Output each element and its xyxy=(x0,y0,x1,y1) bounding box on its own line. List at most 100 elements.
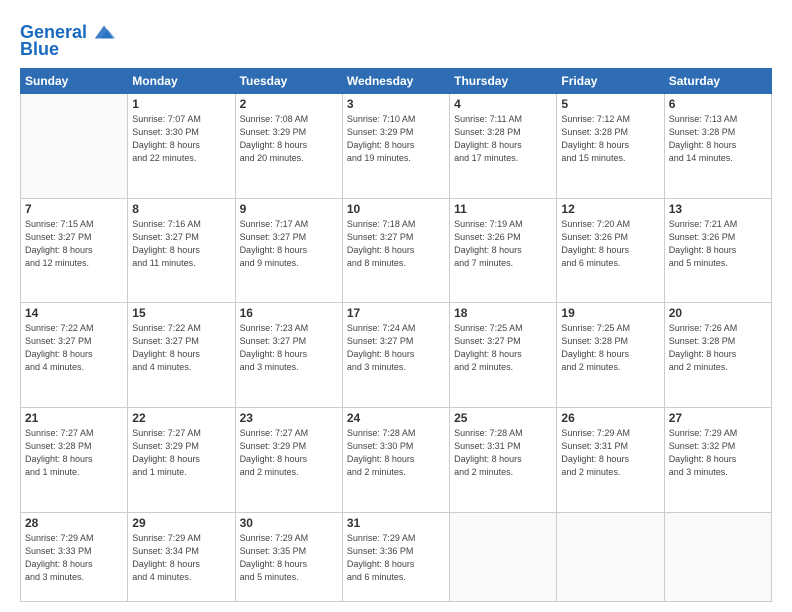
day-info: Sunrise: 7:28 AMSunset: 3:30 PMDaylight:… xyxy=(347,427,445,479)
day-number: 23 xyxy=(240,411,338,425)
week-row-4: 21 Sunrise: 7:27 AMSunset: 3:28 PMDayligh… xyxy=(21,407,772,512)
day-number: 21 xyxy=(25,411,123,425)
col-header-monday: Monday xyxy=(128,69,235,94)
calendar-cell: 11 Sunrise: 7:19 AMSunset: 3:26 PMDayligh… xyxy=(450,198,557,303)
calendar-cell: 29Sunrise: 7:29 AMSunset: 3:34 PMDayligh… xyxy=(128,512,235,601)
calendar-cell: 9 Sunrise: 7:17 AMSunset: 3:27 PMDaylight… xyxy=(235,198,342,303)
day-info: Sunrise: 7:07 AMSunset: 3:30 PMDaylight:… xyxy=(132,113,230,165)
calendar-cell: 28 Sunrise: 7:29 AMSunset: 3:33 PMDayligh… xyxy=(21,512,128,601)
day-number: 4 xyxy=(454,97,552,111)
calendar-cell: 13 Sunrise: 7:21 AMSunset: 3:26 PMDayligh… xyxy=(664,198,771,303)
col-header-wednesday: Wednesday xyxy=(342,69,449,94)
day-info: Sunrise: 7:25 AMSunset: 3:27 PMDaylight:… xyxy=(454,322,552,374)
day-info: Sunrise: 7:18 AMSunset: 3:27 PMDaylight:… xyxy=(347,218,445,270)
calendar-cell: 19 Sunrise: 7:25 AMSunset: 3:28 PMDayligh… xyxy=(557,303,664,408)
calendar-cell: 18 Sunrise: 7:25 AMSunset: 3:27 PMDayligh… xyxy=(450,303,557,408)
day-number: 6 xyxy=(669,97,767,111)
day-number: 28 xyxy=(25,516,123,530)
day-info: Sunrise: 7:08 AMSunset: 3:29 PMDaylight:… xyxy=(240,113,338,165)
calendar-cell xyxy=(664,512,771,601)
calendar-cell: 15 Sunrise: 7:22 AMSunset: 3:27 PMDayligh… xyxy=(128,303,235,408)
calendar-cell: 1 Sunrise: 7:07 AMSunset: 3:30 PMDaylight… xyxy=(128,94,235,199)
day-info: Sunrise: 7:21 AMSunset: 3:26 PMDaylight:… xyxy=(669,218,767,270)
day-info: Sunrise: 7:28 AMSunset: 3:31 PMDaylight:… xyxy=(454,427,552,479)
day-info: Sunrise: 7:29 AMSunset: 3:33 PMDaylight:… xyxy=(25,532,123,584)
logo-blue-text: Blue xyxy=(20,40,59,58)
day-info: Sunrise: 7:27 AMSunset: 3:29 PMDaylight:… xyxy=(240,427,338,479)
calendar-cell: 30Sunrise: 7:29 AMSunset: 3:35 PMDayligh… xyxy=(235,512,342,601)
calendar-cell xyxy=(21,94,128,199)
calendar-cell: 17 Sunrise: 7:24 AMSunset: 3:27 PMDayligh… xyxy=(342,303,449,408)
day-number: 8 xyxy=(132,202,230,216)
day-number: 1 xyxy=(132,97,230,111)
header-row: SundayMondayTuesdayWednesdayThursdayFrid… xyxy=(21,69,772,94)
week-row-3: 14 Sunrise: 7:22 AMSunset: 3:27 PMDayligh… xyxy=(21,303,772,408)
col-header-tuesday: Tuesday xyxy=(235,69,342,94)
calendar-cell: 24Sunrise: 7:28 AMSunset: 3:30 PMDayligh… xyxy=(342,407,449,512)
calendar-cell: 6Sunrise: 7:13 AMSunset: 3:28 PMDaylight… xyxy=(664,94,771,199)
calendar-cell xyxy=(557,512,664,601)
day-number: 12 xyxy=(561,202,659,216)
calendar-cell: 25Sunrise: 7:28 AMSunset: 3:31 PMDayligh… xyxy=(450,407,557,512)
day-number: 2 xyxy=(240,97,338,111)
day-number: 30 xyxy=(240,516,338,530)
day-info: Sunrise: 7:12 AMSunset: 3:28 PMDaylight:… xyxy=(561,113,659,165)
day-info: Sunrise: 7:25 AMSunset: 3:28 PMDaylight:… xyxy=(561,322,659,374)
day-number: 15 xyxy=(132,306,230,320)
calendar-cell: 23 Sunrise: 7:27 AMSunset: 3:29 PMDayligh… xyxy=(235,407,342,512)
day-number: 9 xyxy=(240,202,338,216)
day-number: 16 xyxy=(240,306,338,320)
week-row-1: 1 Sunrise: 7:07 AMSunset: 3:30 PMDaylight… xyxy=(21,94,772,199)
day-info: Sunrise: 7:22 AMSunset: 3:27 PMDaylight:… xyxy=(25,322,123,374)
calendar-cell: 10Sunrise: 7:18 AMSunset: 3:27 PMDayligh… xyxy=(342,198,449,303)
day-info: Sunrise: 7:27 AMSunset: 3:28 PMDaylight:… xyxy=(25,427,123,479)
calendar-cell: 20 Sunrise: 7:26 AMSunset: 3:28 PMDayligh… xyxy=(664,303,771,408)
day-number: 18 xyxy=(454,306,552,320)
col-header-sunday: Sunday xyxy=(21,69,128,94)
week-row-2: 7Sunrise: 7:15 AMSunset: 3:27 PMDaylight… xyxy=(21,198,772,303)
col-header-saturday: Saturday xyxy=(664,69,771,94)
day-number: 13 xyxy=(669,202,767,216)
day-info: Sunrise: 7:24 AMSunset: 3:27 PMDaylight:… xyxy=(347,322,445,374)
calendar-table: SundayMondayTuesdayWednesdayThursdayFrid… xyxy=(20,68,772,602)
page: General Blue SundayMondayTuesdayWednesda… xyxy=(0,0,792,612)
calendar-cell: 2 Sunrise: 7:08 AMSunset: 3:29 PMDaylight… xyxy=(235,94,342,199)
day-info: Sunrise: 7:22 AMSunset: 3:27 PMDaylight:… xyxy=(132,322,230,374)
calendar-cell xyxy=(450,512,557,601)
day-number: 29 xyxy=(132,516,230,530)
day-number: 26 xyxy=(561,411,659,425)
calendar-cell: 16 Sunrise: 7:23 AMSunset: 3:27 PMDayligh… xyxy=(235,303,342,408)
day-number: 19 xyxy=(561,306,659,320)
logo-icon xyxy=(91,18,119,46)
calendar-cell: 8 Sunrise: 7:16 AMSunset: 3:27 PMDaylight… xyxy=(128,198,235,303)
day-number: 5 xyxy=(561,97,659,111)
day-info: Sunrise: 7:23 AMSunset: 3:27 PMDaylight:… xyxy=(240,322,338,374)
calendar-cell: 22 Sunrise: 7:27 AMSunset: 3:29 PMDayligh… xyxy=(128,407,235,512)
day-number: 14 xyxy=(25,306,123,320)
day-info: Sunrise: 7:20 AMSunset: 3:26 PMDaylight:… xyxy=(561,218,659,270)
day-number: 17 xyxy=(347,306,445,320)
day-info: Sunrise: 7:10 AMSunset: 3:29 PMDaylight:… xyxy=(347,113,445,165)
calendar-cell: 5 Sunrise: 7:12 AMSunset: 3:28 PMDaylight… xyxy=(557,94,664,199)
calendar-cell: 14 Sunrise: 7:22 AMSunset: 3:27 PMDayligh… xyxy=(21,303,128,408)
day-number: 11 xyxy=(454,202,552,216)
calendar-cell: 31Sunrise: 7:29 AMSunset: 3:36 PMDayligh… xyxy=(342,512,449,601)
day-info: Sunrise: 7:19 AMSunset: 3:26 PMDaylight:… xyxy=(454,218,552,270)
calendar-cell: 27Sunrise: 7:29 AMSunset: 3:32 PMDayligh… xyxy=(664,407,771,512)
day-info: Sunrise: 7:17 AMSunset: 3:27 PMDaylight:… xyxy=(240,218,338,270)
calendar-cell: 7Sunrise: 7:15 AMSunset: 3:27 PMDaylight… xyxy=(21,198,128,303)
day-number: 22 xyxy=(132,411,230,425)
day-info: Sunrise: 7:29 AMSunset: 3:32 PMDaylight:… xyxy=(669,427,767,479)
day-info: Sunrise: 7:29 AMSunset: 3:31 PMDaylight:… xyxy=(561,427,659,479)
day-info: Sunrise: 7:26 AMSunset: 3:28 PMDaylight:… xyxy=(669,322,767,374)
col-header-friday: Friday xyxy=(557,69,664,94)
header: General Blue xyxy=(20,18,772,58)
day-info: Sunrise: 7:16 AMSunset: 3:27 PMDaylight:… xyxy=(132,218,230,270)
calendar-cell: 3Sunrise: 7:10 AMSunset: 3:29 PMDaylight… xyxy=(342,94,449,199)
calendar-cell: 21 Sunrise: 7:27 AMSunset: 3:28 PMDayligh… xyxy=(21,407,128,512)
calendar-cell: 26 Sunrise: 7:29 AMSunset: 3:31 PMDayligh… xyxy=(557,407,664,512)
calendar-cell: 4Sunrise: 7:11 AMSunset: 3:28 PMDaylight… xyxy=(450,94,557,199)
day-info: Sunrise: 7:27 AMSunset: 3:29 PMDaylight:… xyxy=(132,427,230,479)
day-info: Sunrise: 7:29 AMSunset: 3:36 PMDaylight:… xyxy=(347,532,445,584)
day-number: 20 xyxy=(669,306,767,320)
